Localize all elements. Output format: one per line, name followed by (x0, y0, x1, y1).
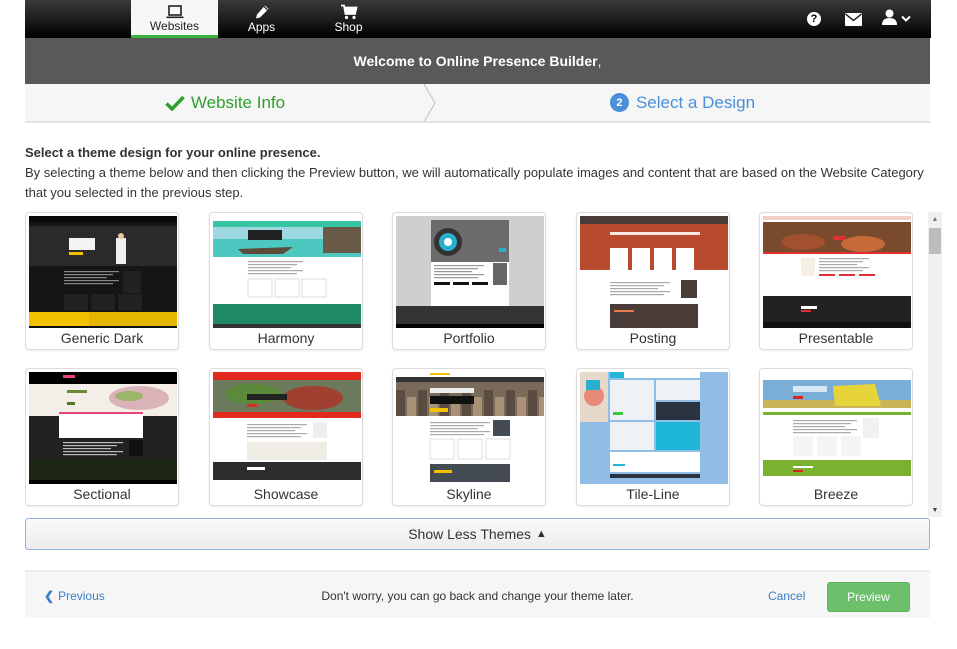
theme-thumbnail (29, 372, 177, 484)
theme-thumbnail (763, 372, 911, 484)
theme-card[interactable]: Skyline (392, 368, 546, 506)
welcome-text: Welcome to Online Presence Builder (353, 53, 598, 69)
theme-card[interactable]: Sectional (25, 368, 179, 506)
theme-thumbnail (580, 216, 728, 328)
step-select-design: 2 Select a Design (435, 84, 930, 121)
theme-grid: Generic Dark Harmony Portfolio Posting Prese… (25, 210, 913, 515)
user-icon (882, 9, 897, 30)
show-less-label: Show Less Themes (408, 526, 531, 542)
instructions-heading: Select a theme design for your online pr… (25, 145, 321, 160)
theme-name: Generic Dark (60, 330, 144, 346)
scroll-down-arrow[interactable]: ▼ (928, 503, 942, 517)
theme-name: Tile-Line (626, 486, 680, 502)
theme-card[interactable]: Posting (576, 212, 730, 350)
wizard-footer: ❮ Previous Don't worry, you can go back … (25, 570, 930, 618)
tab-websites-label: Websites (149, 18, 200, 33)
tab-apps[interactable]: Apps (218, 0, 305, 38)
tab-shop-label: Shop (334, 20, 363, 34)
step-select-design-label: Select a Design (635, 92, 756, 112)
instructions: Select a theme design for your online pr… (25, 145, 925, 202)
tab-apps-label: Apps (247, 20, 276, 34)
step-number-badge: 2 (609, 93, 629, 112)
theme-thumbnail (763, 216, 911, 328)
tab-shop[interactable]: Shop (305, 0, 392, 38)
nav-right-icons: ? (807, 0, 911, 38)
theme-thumbnail (213, 372, 361, 484)
scrollbar-thumb[interactable] (929, 228, 941, 254)
theme-card[interactable]: Harmony (209, 212, 363, 350)
mail-icon[interactable] (845, 12, 862, 26)
theme-thumbnail (396, 372, 544, 484)
chevron-down-icon (901, 10, 911, 28)
laptop-icon (166, 3, 184, 19)
theme-card[interactable]: Showcase (209, 368, 363, 506)
theme-thumbnail (29, 216, 177, 328)
checkmark-icon (165, 95, 185, 111)
theme-thumbnail (396, 216, 544, 328)
theme-card[interactable]: Presentable (759, 212, 913, 350)
theme-name: Skyline (446, 486, 492, 502)
theme-thumbnail (213, 216, 361, 328)
welcome-banner: Welcome to Online Presence Builder, (25, 38, 930, 84)
step-website-info-label: Website Info (190, 92, 286, 112)
tab-websites[interactable]: Websites (131, 0, 218, 38)
theme-card[interactable]: Tile-Line (576, 368, 730, 506)
theme-card[interactable]: Portfolio (392, 212, 546, 350)
show-less-themes-button[interactable]: Show Less Themes ▲ (25, 518, 930, 550)
pencil-icon (254, 4, 270, 20)
theme-thumbnail (580, 372, 728, 484)
theme-name: Portfolio (443, 330, 495, 346)
theme-name: Showcase (253, 486, 319, 502)
theme-name: Presentable (798, 330, 874, 346)
cancel-button[interactable]: Cancel (768, 572, 805, 620)
welcome-suffix: , (597, 53, 602, 69)
help-icon[interactable]: ? (807, 12, 821, 26)
user-menu[interactable] (882, 9, 911, 30)
instructions-body: By selecting a theme below and then clic… (25, 165, 924, 200)
caret-up-icon: ▲ (535, 528, 547, 540)
preview-button[interactable]: Preview (827, 582, 910, 612)
theme-name: Posting (629, 330, 677, 346)
theme-name: Sectional (73, 486, 131, 502)
step-website-info[interactable]: Website Info (25, 84, 425, 121)
theme-name: Breeze (813, 486, 859, 502)
theme-card[interactable]: Breeze (759, 368, 913, 506)
theme-name: Harmony (257, 330, 315, 346)
scroll-up-arrow[interactable]: ▲ (928, 212, 942, 226)
theme-grid-scrollbar[interactable]: ▲ ▼ (928, 212, 942, 517)
theme-card[interactable]: Generic Dark (25, 212, 179, 350)
cart-icon (340, 4, 358, 20)
step-indicator: Website Info 2 Select a Design (25, 84, 930, 123)
top-nav-bar: Websites Apps Shop ? (25, 0, 931, 38)
